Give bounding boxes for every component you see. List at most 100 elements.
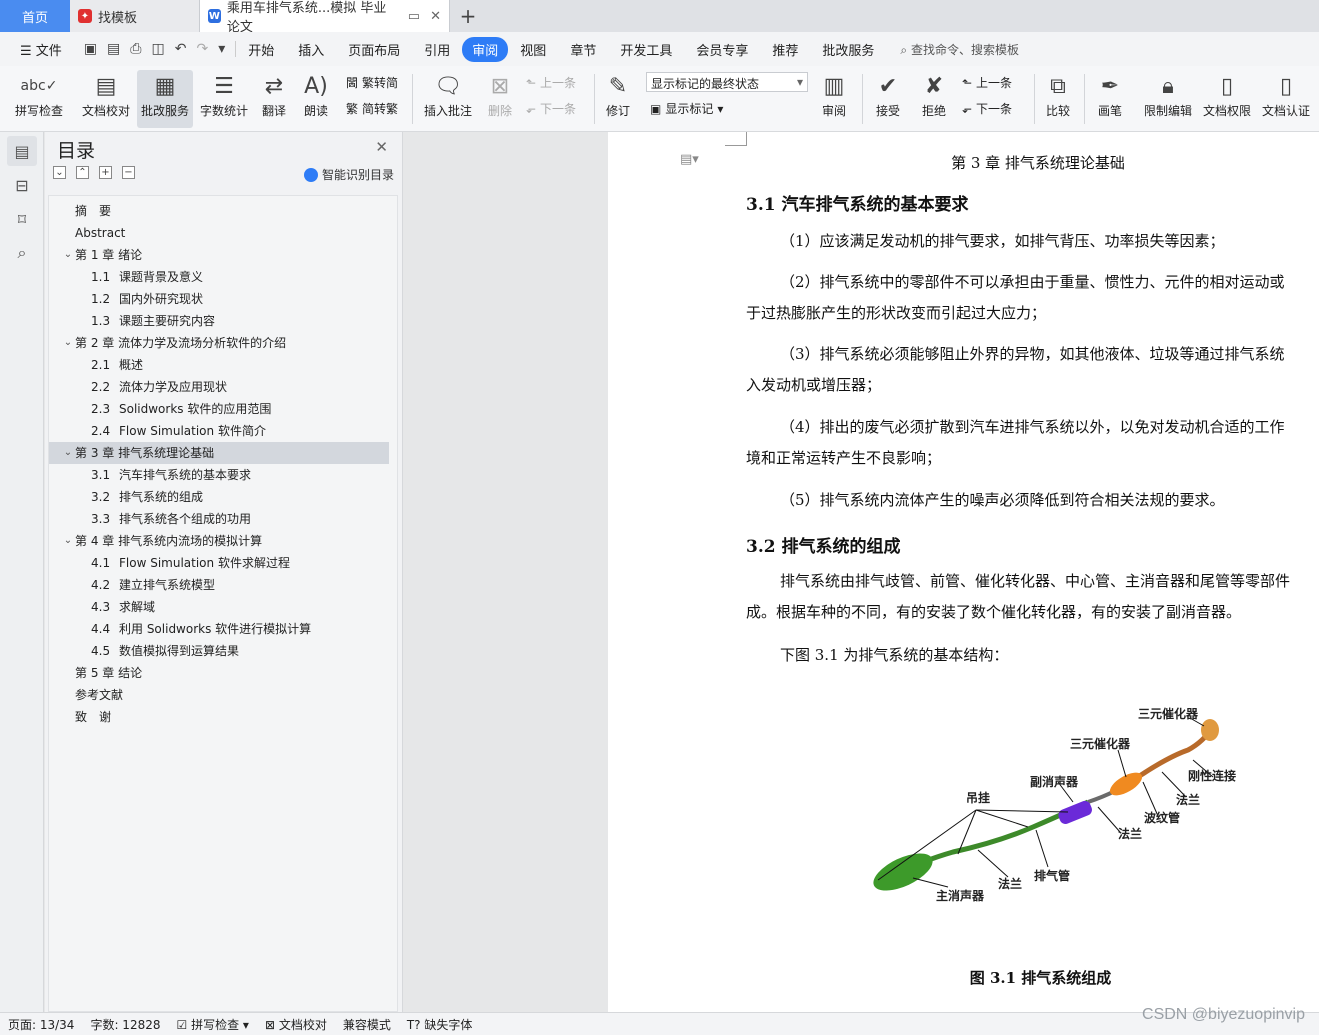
toc-item[interactable]: 1.1 课题背景及意义 bbox=[49, 266, 397, 288]
chevron-down-icon[interactable]: ⌄ bbox=[61, 244, 75, 266]
next-change-button[interactable]: ⬐ 下一条 bbox=[962, 100, 1012, 117]
nav-tree-icon[interactable]: ⊟ bbox=[7, 170, 37, 200]
menu-chapter[interactable]: 章节 bbox=[558, 40, 608, 59]
word-count-button[interactable]: ☰ 字数统计 bbox=[198, 70, 250, 128]
doc-cert-button[interactable]: ▯ 文档认证 bbox=[1258, 70, 1314, 128]
trad-to-simp-button[interactable]: 閪繁转简 bbox=[346, 74, 398, 91]
restrict-edit-button[interactable]: 🔒︎ 限制编辑 bbox=[1140, 70, 1196, 128]
proofread-button[interactable]: ▤ 文档校对 bbox=[78, 70, 134, 128]
toc-item[interactable]: 3.1 汽车排气系统的基本要求 bbox=[49, 464, 397, 486]
close-icon[interactable]: ✕ bbox=[375, 138, 388, 156]
toc-item[interactable]: 致 谢 bbox=[49, 706, 397, 728]
menu-correct-service[interactable]: 批改服务 bbox=[810, 40, 886, 59]
new-tab-icon[interactable]: + bbox=[450, 0, 486, 32]
save-icon[interactable]: ▣ bbox=[84, 41, 97, 57]
monitor-icon[interactable]: ▭ bbox=[408, 9, 420, 24]
toc-item[interactable]: 3.3 排气系统各个组成的功用 bbox=[49, 508, 397, 530]
markup-state-select[interactable]: 显示标记的最终状态 ▾ bbox=[646, 72, 808, 92]
search-icon[interactable]: ⌕ bbox=[7, 238, 37, 268]
toc-item[interactable]: 1.2 国内外研究现状 bbox=[49, 288, 397, 310]
close-tab-icon[interactable]: ✕ bbox=[430, 9, 441, 24]
tab-home[interactable]: 首页 bbox=[0, 0, 70, 32]
correct-service-button[interactable]: ▦ 批改服务 bbox=[137, 70, 193, 128]
add-heading-icon[interactable]: + bbox=[99, 166, 112, 179]
toc-item[interactable]: Abstract bbox=[49, 222, 397, 244]
menu-recommend[interactable]: 推荐 bbox=[760, 40, 810, 59]
read-aloud-button[interactable]: A) 朗读 bbox=[300, 70, 332, 128]
bookmark-icon[interactable]: ⌑ bbox=[7, 204, 37, 234]
file-menu[interactable]: ☰ 文件 bbox=[8, 40, 74, 59]
toc-item[interactable]: 1.3 课题主要研究内容 bbox=[49, 310, 397, 332]
status-spell-check[interactable]: ☑ 拼写检查 ▾ bbox=[169, 1016, 257, 1033]
toc-item[interactable]: 4.3 求解域 bbox=[49, 596, 397, 618]
chevron-down-icon[interactable]: ⌄ bbox=[61, 442, 75, 464]
print-icon[interactable]: ⎙ bbox=[130, 41, 141, 57]
toc-item[interactable]: 2.4 Flow Simulation 软件简介 bbox=[49, 420, 397, 442]
compare-button[interactable]: ⧉ 比较 bbox=[1040, 70, 1076, 128]
toc-item[interactable]: 2.2 流体力学及应用现状 bbox=[49, 376, 397, 398]
undo-icon[interactable]: ↶ bbox=[175, 41, 187, 57]
spell-check-button[interactable]: abc✓ 拼写检查 bbox=[8, 70, 70, 128]
sub-muffler-shape bbox=[1058, 800, 1092, 824]
show-markup-button[interactable]: ▣ 显示标记 ▾ bbox=[650, 100, 723, 117]
toc-item[interactable]: 4.5 数值模拟得到运算结果 bbox=[49, 640, 397, 662]
toc-item[interactable]: 2.3 Solidworks 软件的应用范围 bbox=[49, 398, 397, 420]
translate-button[interactable]: ⇄ 翻译 bbox=[256, 70, 292, 128]
toc-item[interactable]: ⌄ 第 4 章 排气系统内流场的模拟计算 bbox=[49, 530, 397, 552]
insert-comment-button[interactable]: 🗨 插入批注 bbox=[420, 70, 476, 128]
prev-change-button[interactable]: ⬑ 上一条 bbox=[962, 74, 1012, 91]
toc-item[interactable]: 4.1 Flow Simulation 软件求解过程 bbox=[49, 552, 397, 574]
compat-mode[interactable]: 兼容模式 bbox=[335, 1016, 399, 1033]
tab-document[interactable]: W 乘用车排气系统...模拟 毕业论文 ▭ ✕ bbox=[200, 0, 450, 35]
chevron-down-icon[interactable]: ⌄ bbox=[61, 530, 75, 552]
command-search[interactable]: ⌕ 查找命令、搜索模板 bbox=[886, 41, 1019, 58]
word-count-indicator[interactable]: 字数: 12828 bbox=[82, 1016, 168, 1033]
collapse-all-icon[interactable]: ⌄ bbox=[53, 166, 66, 179]
menu-member[interactable]: 会员专享 bbox=[684, 40, 760, 59]
spell-check-label: 拼写检查 bbox=[14, 104, 63, 118]
next-comment-button[interactable]: ⬐ 下一条 bbox=[526, 100, 576, 117]
toc-item[interactable]: 3.2 排气系统的组成 bbox=[49, 486, 397, 508]
revise-button[interactable]: ✎ 修订 bbox=[600, 70, 636, 128]
tab-template[interactable]: ✦ 找模板 bbox=[70, 0, 200, 32]
toc-item[interactable]: ⌄ 第 1 章 绪论 bbox=[49, 244, 397, 266]
status-proofread[interactable]: ⊠ 文档校对 bbox=[257, 1016, 335, 1033]
page-indicator[interactable]: 页面: 13/34 bbox=[0, 1016, 82, 1033]
menu-devtools[interactable]: 开发工具 bbox=[608, 40, 684, 59]
expand-up-icon[interactable]: ⌃ bbox=[76, 166, 89, 179]
toc-item[interactable]: ⌄ 第 3 章 排气系统理论基础 bbox=[49, 442, 389, 464]
toc-item[interactable]: 参考文献 bbox=[49, 684, 397, 706]
missing-fonts[interactable]: T? 缺失字体 bbox=[399, 1016, 481, 1033]
preview-icon[interactable]: ◫ bbox=[151, 41, 164, 57]
document-page[interactable]: ▤▾ 第 3 章 排气系统理论基础 3.1 汽车排气系统的基本要求 （1）应该满… bbox=[608, 132, 1319, 1012]
toc-item[interactable]: 4.2 建立排气系统模型 bbox=[49, 574, 397, 596]
prev-comment-button[interactable]: ⬑ 上一条 bbox=[526, 74, 576, 91]
smart-toc-button[interactable]: 智能识别目录 bbox=[303, 166, 394, 183]
accept-button[interactable]: ✔ 接受 bbox=[870, 70, 906, 128]
review-pane-button[interactable]: ▥ 审阅 bbox=[816, 70, 852, 128]
menu-start[interactable]: 开始 bbox=[236, 40, 286, 59]
menu-review[interactable]: 审阅 bbox=[462, 36, 509, 62]
menu-view[interactable]: 视图 bbox=[508, 40, 558, 59]
customize-icon[interactable]: ▾ bbox=[218, 41, 225, 57]
export-icon[interactable]: ▤ bbox=[107, 41, 120, 57]
reject-button[interactable]: ✘ 拒绝 bbox=[916, 70, 952, 128]
chevron-down-icon[interactable]: ⌄ bbox=[61, 332, 75, 354]
delete-comment-button[interactable]: ⊠ 删除 bbox=[480, 70, 520, 128]
toc-panel-icon[interactable]: ▤ bbox=[7, 136, 37, 166]
menu-layout[interactable]: 页面布局 bbox=[336, 40, 412, 59]
simp-to-trad-button[interactable]: 繁简转繁 bbox=[346, 100, 398, 117]
doc-permission-button[interactable]: ▯ 文档权限 bbox=[1200, 70, 1254, 128]
toc-item[interactable]: 2.1 概述 bbox=[49, 354, 397, 376]
toc-item[interactable]: 4.4 利用 Solidworks 软件进行模拟计算 bbox=[49, 618, 397, 640]
redo-icon[interactable]: ↷ bbox=[196, 41, 208, 57]
toc-item[interactable]: 第 5 章 结论 bbox=[49, 662, 397, 684]
toc-item[interactable]: ⌄ 第 2 章 流体力学及流场分析软件的介绍 bbox=[49, 332, 397, 354]
toc-item-label: 概述 bbox=[119, 358, 144, 372]
toc-item[interactable]: 摘 要 bbox=[49, 200, 397, 222]
paragraph: 排气系统由排气歧管、前管、催化转化器、中心管、主消音器和尾管等零部件 bbox=[780, 572, 1291, 590]
menu-insert[interactable]: 插入 bbox=[286, 40, 336, 59]
remove-heading-icon[interactable]: − bbox=[122, 166, 135, 179]
pen-button[interactable]: ✒ 画笔 bbox=[1092, 70, 1128, 128]
menu-reference[interactable]: 引用 bbox=[412, 40, 462, 59]
